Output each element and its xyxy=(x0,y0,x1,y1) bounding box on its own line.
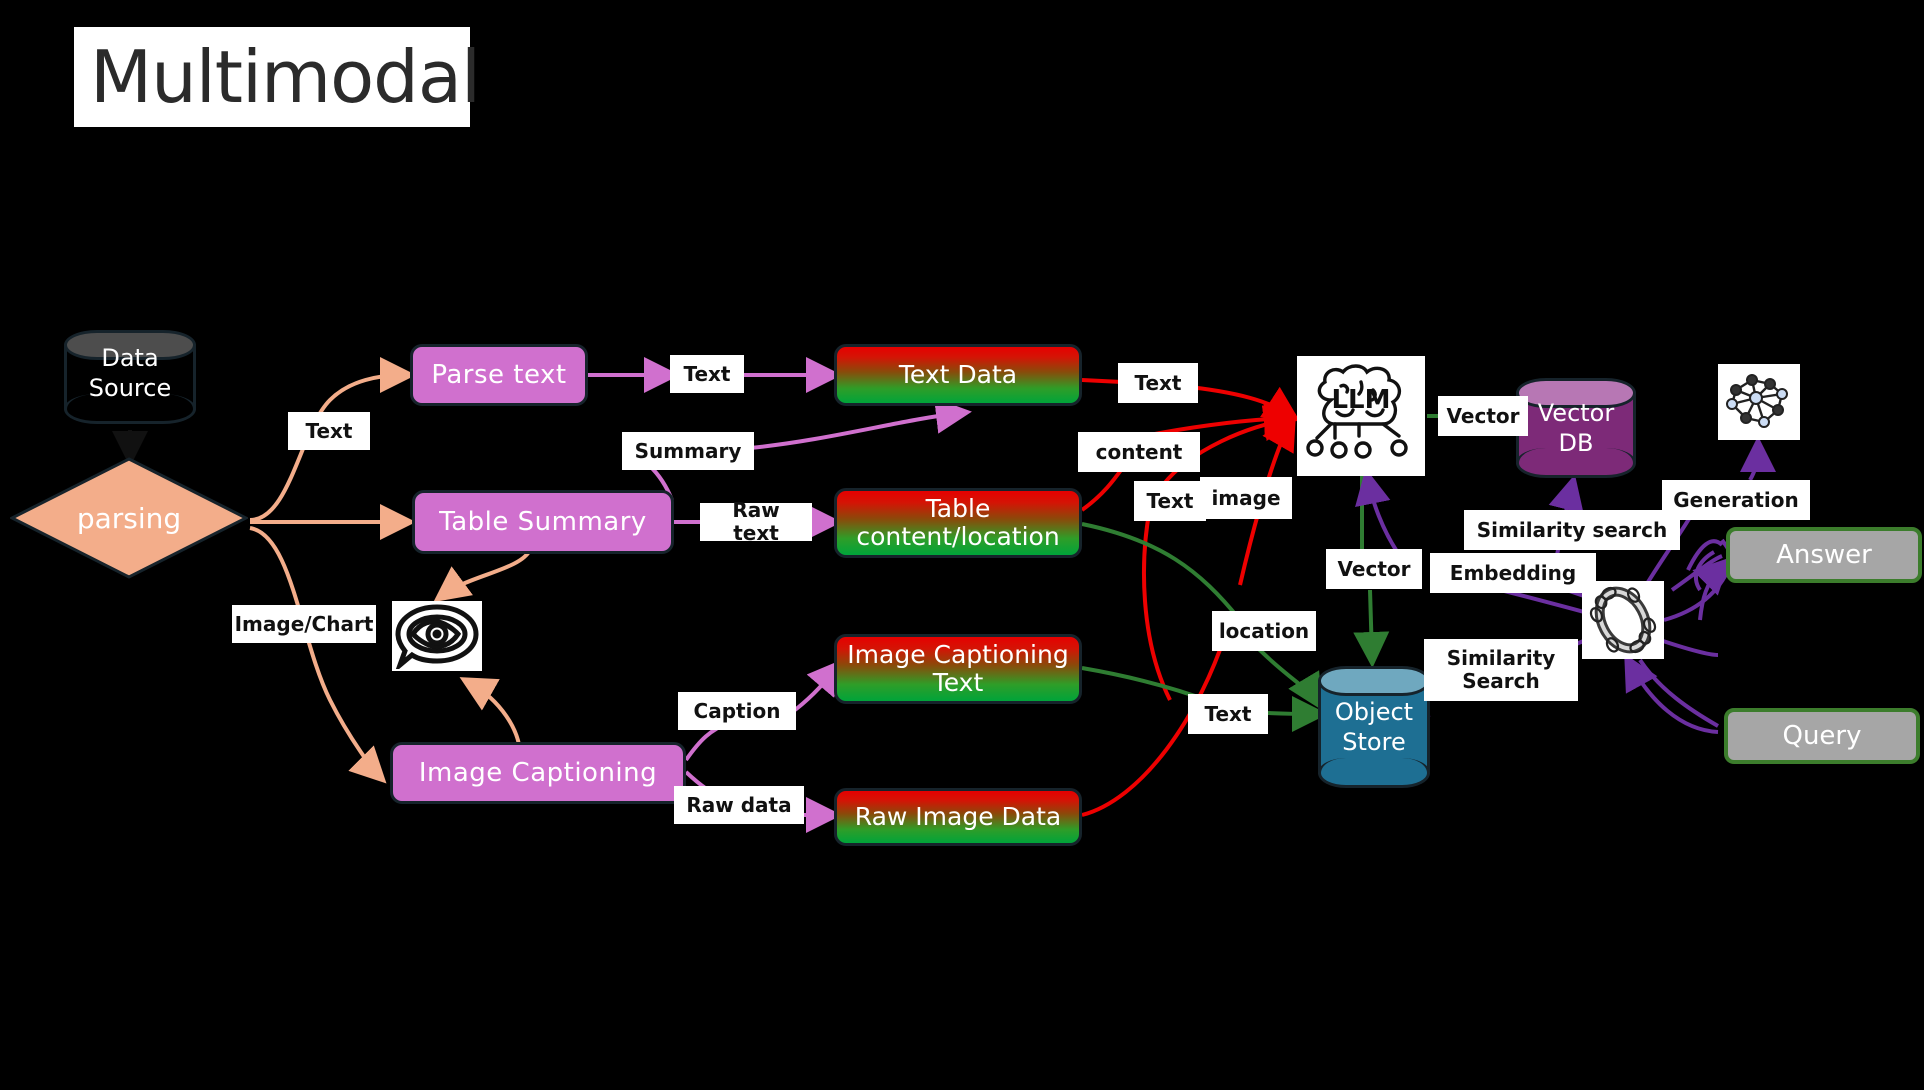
query-node[interactable]: Query xyxy=(1724,708,1920,764)
data-source-node[interactable]: Data Source xyxy=(64,330,196,424)
raw-image-data-label: Raw Image Data xyxy=(854,802,1062,831)
vector-db-line2: DB xyxy=(1558,429,1594,457)
image-caption-line1: Image Captioning xyxy=(847,640,1069,669)
answer-label: Answer xyxy=(1776,540,1872,570)
diagram-canvas: Multimodal Data Source parsing Parse tex… xyxy=(0,0,1924,1090)
edge-label-image: image xyxy=(1200,477,1292,519)
vector-db-line1: Vector xyxy=(1537,399,1615,427)
text-data-node[interactable]: Text Data xyxy=(834,344,1082,406)
cylinder-top xyxy=(1318,666,1430,696)
query-label: Query xyxy=(1782,721,1862,751)
brain-icon: LLM xyxy=(1306,364,1408,459)
parse-text-label: Parse text xyxy=(431,360,567,390)
edge-label-image-chart: Image/Chart xyxy=(232,605,376,643)
similarity-search-line1: Similarity xyxy=(1446,646,1556,670)
edge-label-caption: Caption xyxy=(678,692,796,730)
parsing-node[interactable]: parsing xyxy=(10,457,248,579)
knowledge-graph-icon xyxy=(1726,374,1788,428)
llm-node[interactable]: LLM xyxy=(1297,356,1425,476)
table-line2: content/location xyxy=(856,522,1060,551)
table-line1: Table xyxy=(925,494,991,523)
image-captioning-label: Image Captioning xyxy=(418,758,658,788)
edge-label-text-to-textdata: Text xyxy=(670,355,744,393)
table-content-node[interactable]: Table content/location xyxy=(834,488,1082,558)
cylinder-bottom xyxy=(1318,758,1430,788)
edge-label-text-to-llm: Text xyxy=(1118,363,1198,403)
edge-label-embedding: Embedding xyxy=(1430,553,1596,593)
parse-text-node[interactable]: Parse text xyxy=(410,344,588,406)
edge-label-raw-data: Raw data xyxy=(674,786,804,824)
image-caption-text-node[interactable]: Image Captioning Text xyxy=(834,634,1082,704)
similarity-search-line2: Search xyxy=(1462,669,1540,693)
vector-db-label: Vector DB xyxy=(1516,398,1636,458)
page-title: Multimodal xyxy=(74,27,481,127)
edge-label-text-store: Text xyxy=(1188,694,1268,734)
object-store-line1: Object xyxy=(1334,698,1414,726)
edge-label-similarity-search-store: Similarity Search xyxy=(1424,639,1578,701)
edge-label-location: location xyxy=(1212,611,1316,651)
edge-label-generation: Generation xyxy=(1662,480,1810,520)
edge-label-content: content xyxy=(1078,432,1200,472)
table-summary-label: Table Summary xyxy=(439,507,647,537)
answer-node[interactable]: Answer xyxy=(1726,527,1922,583)
data-source-line1: Data xyxy=(101,344,159,373)
edge-label-vector-to-db: Vector xyxy=(1438,396,1528,436)
edge-label-vector-to-store: Vector xyxy=(1326,549,1422,589)
data-source-line2: Source xyxy=(88,374,172,403)
object-store-node[interactable]: Object Store xyxy=(1318,666,1430,788)
knowledge-graph-node[interactable] xyxy=(1718,364,1800,440)
edge-label-text-mid: Text xyxy=(1134,481,1206,521)
edge-label-similarity-search-db: Similarity search xyxy=(1464,510,1680,550)
chain-link-icon xyxy=(1589,586,1657,654)
image-captioning-node[interactable]: Image Captioning xyxy=(390,742,686,804)
text-data-label: Text Data xyxy=(898,360,1018,389)
vision-model-node[interactable] xyxy=(392,601,482,671)
object-store-line2: Store xyxy=(1342,728,1406,756)
object-store-label: Object Store xyxy=(1318,697,1430,757)
table-summary-node[interactable]: Table Summary xyxy=(412,490,674,554)
raw-image-data-node[interactable]: Raw Image Data xyxy=(834,788,1082,846)
vector-db-node[interactable]: Vector DB xyxy=(1516,378,1636,478)
edge-label-summary: Summary xyxy=(622,432,754,470)
edge-label-text-parse: Text xyxy=(288,412,370,450)
edge-label-raw-text: Raw text xyxy=(700,499,812,545)
parsing-label: parsing xyxy=(76,501,182,535)
vision-speech-bubble-icon xyxy=(395,604,479,669)
data-source-label: Data Source xyxy=(64,343,196,403)
svg-text:LLM: LLM xyxy=(1331,385,1390,415)
image-caption-line2: Text xyxy=(932,668,984,697)
